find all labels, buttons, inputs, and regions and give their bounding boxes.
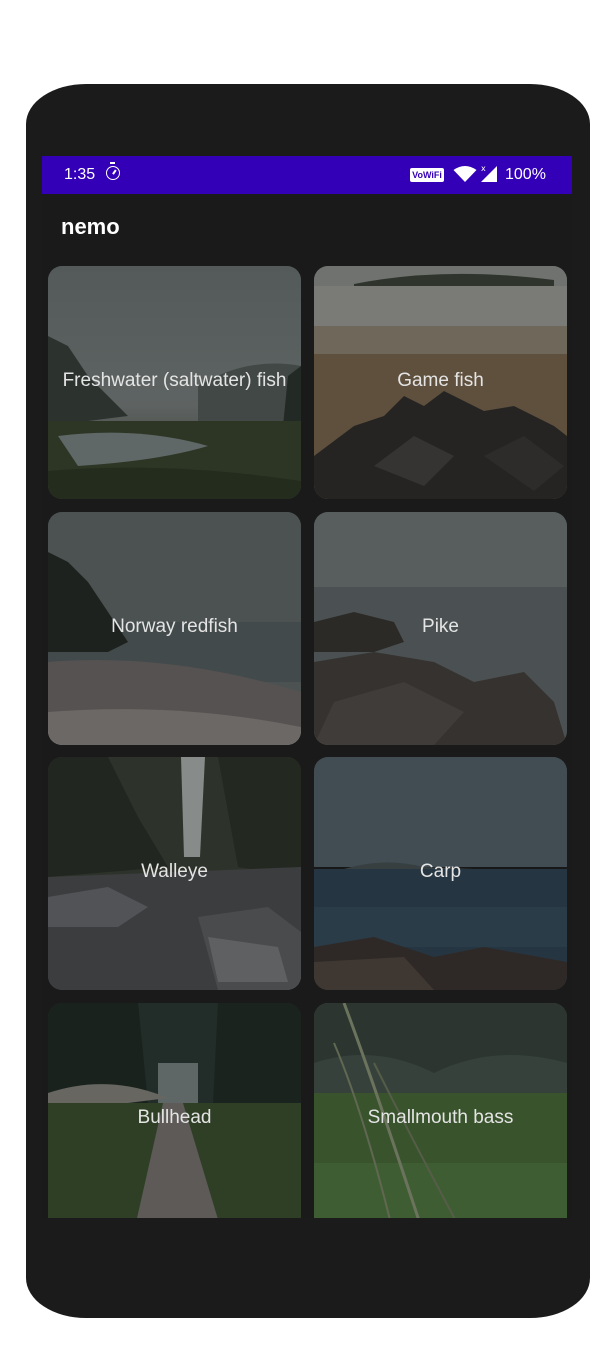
vowifi-badge: VoWiFi bbox=[410, 168, 444, 182]
category-label: Freshwater (saltwater) fish bbox=[62, 370, 287, 391]
category-tile-carp[interactable]: Carp bbox=[314, 757, 567, 990]
category-tile-pike[interactable]: Pike bbox=[314, 512, 567, 745]
wifi-icon bbox=[453, 166, 477, 182]
category-tile-bullhead[interactable]: Bullhead bbox=[48, 1003, 301, 1218]
category-tile-walleye[interactable]: Walleye bbox=[48, 757, 301, 990]
category-label: Walleye bbox=[141, 861, 208, 882]
category-label: Carp bbox=[419, 861, 462, 882]
app-screen: 1:35 VoWiFi x 100% nemo Freshwater (salt… bbox=[42, 156, 572, 1218]
category-label: Norway redfish bbox=[111, 616, 238, 637]
category-tile-smallmouth-bass[interactable]: Smallmouth bass bbox=[314, 1003, 567, 1218]
category-label: Pike bbox=[422, 616, 459, 637]
stopwatch-icon bbox=[106, 162, 120, 180]
status-time: 1:35 bbox=[64, 166, 96, 183]
app-title: nemo bbox=[61, 214, 120, 239]
category-label: Game fish bbox=[397, 370, 484, 391]
battery-percent: 100% bbox=[505, 166, 546, 183]
category-label: Smallmouth bass bbox=[367, 1107, 514, 1128]
category-tile-freshwater[interactable]: Freshwater (saltwater) fish bbox=[48, 266, 301, 499]
category-tile-game-fish[interactable]: Game fish bbox=[314, 266, 567, 499]
category-tile-norway-redfish[interactable]: Norway redfish bbox=[48, 512, 301, 745]
signal-icon: x bbox=[481, 164, 497, 182]
status-bar: 1:35 VoWiFi x 100% bbox=[42, 156, 572, 194]
svg-text:x: x bbox=[481, 164, 486, 173]
category-label: Bullhead bbox=[137, 1107, 212, 1128]
